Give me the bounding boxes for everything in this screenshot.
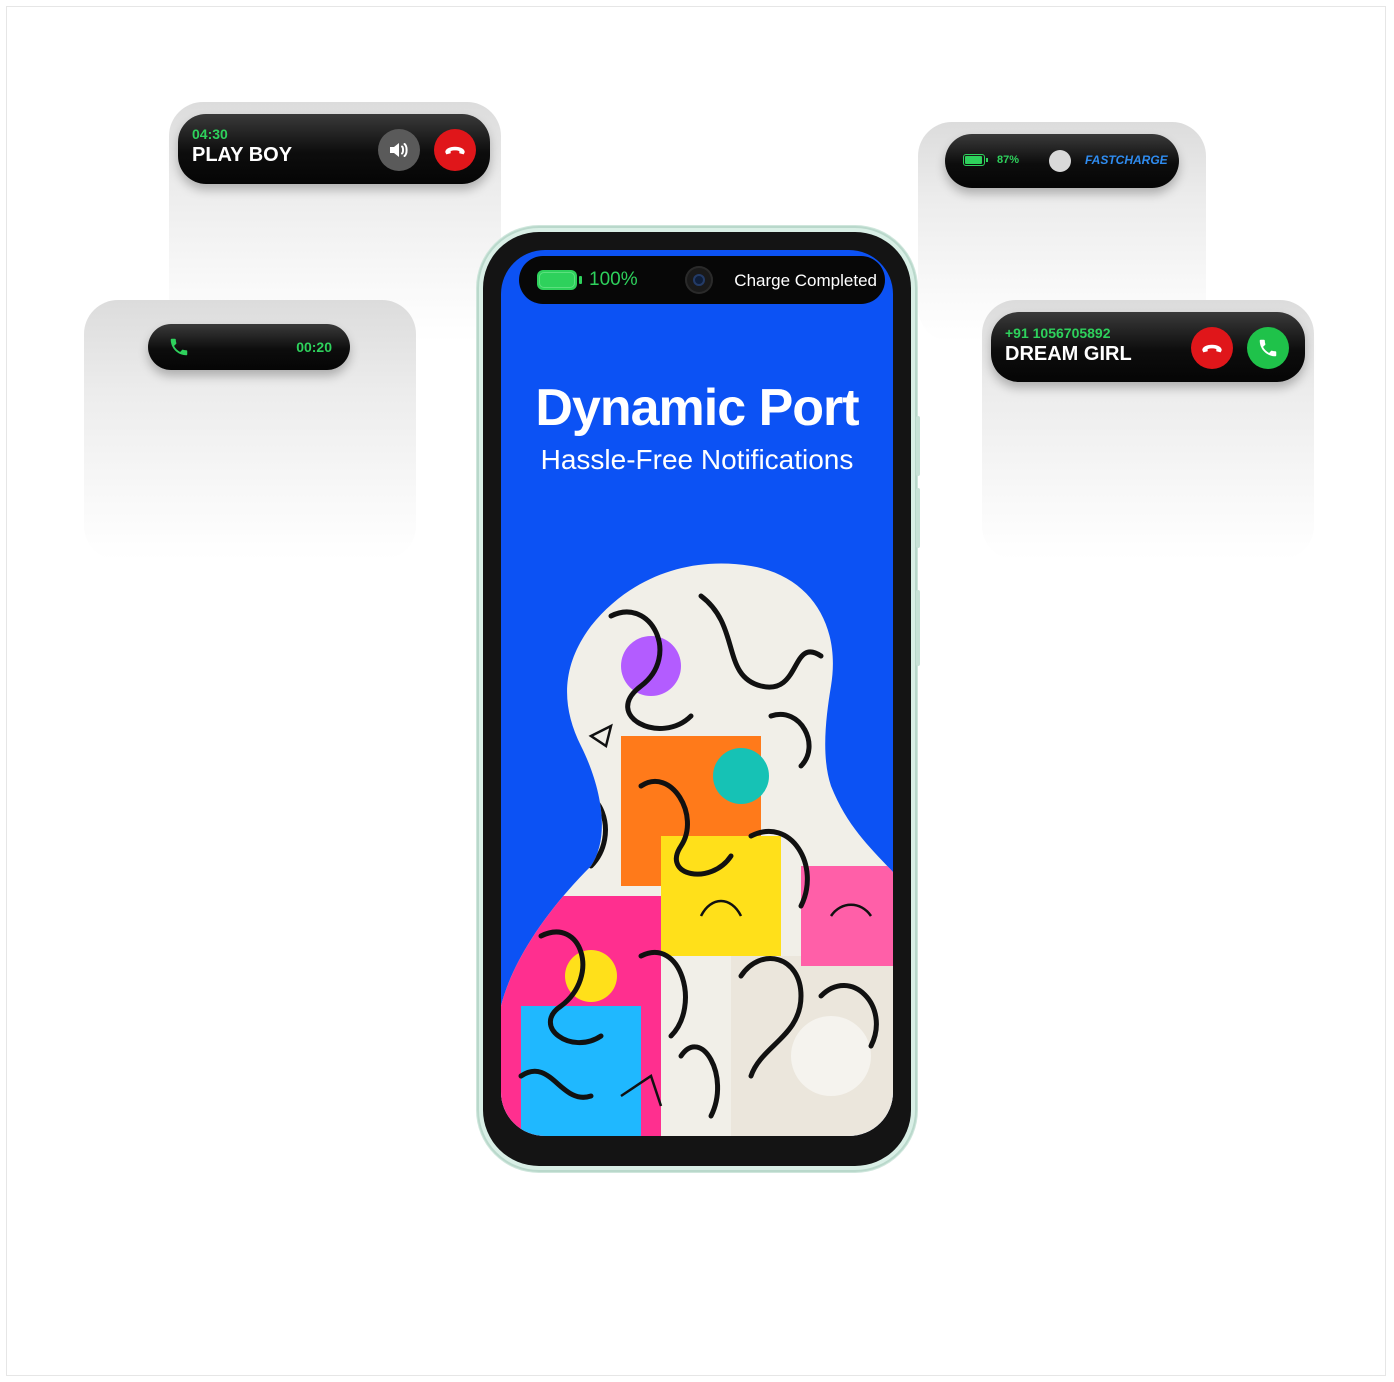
hang-up-icon [445,146,465,155]
battery-fill [965,156,983,164]
battery-icon [963,154,988,166]
island-status: Charge Completed [734,271,877,290]
battery-percent: 87% [997,154,1020,166]
incoming-caller: DREAM GIRL [1005,343,1132,365]
caller-name: PLAY BOY [192,144,293,166]
hang-up-button[interactable] [434,129,476,171]
graffiti-hoodie-wallpaper [501,563,893,1136]
fastcharge-label: FASTCHARGE [1085,153,1168,167]
battery-icon [537,270,582,290]
decline-button[interactable] [1191,327,1233,369]
battery-fill [539,272,575,288]
decline-icon [1202,344,1222,353]
call-pill[interactable]: 04:30 PLAY BOY [178,114,490,184]
accept-button[interactable] [1247,327,1289,369]
ongoing-timer: 00:20 [296,339,332,355]
island-battery-percent: 100% [589,269,638,290]
side-button [916,590,920,666]
phone-screen: 100% Charge Completed Dynamic Port Hassl… [501,250,893,1136]
incoming-call-pill[interactable]: +91 1056705892 DREAM GIRL [991,312,1305,382]
volume-button [916,416,920,476]
subheadline: Hassle-Free Notifications [540,444,854,475]
phone-device: 100% Charge Completed Dynamic Port Hassl… [477,226,920,1172]
camera-icon [685,266,713,294]
dynamic-island[interactable]: 100% Charge Completed [519,256,885,304]
power-button [916,488,920,548]
speaker-icon [390,143,408,157]
headline: Dynamic Port [535,379,859,437]
camera-cutout [1049,150,1071,172]
speaker-button[interactable] [378,129,420,171]
phone-bezel: 100% Charge Completed Dynamic Port Hassl… [483,232,911,1166]
accept-icon [1259,339,1277,357]
fastcharge-pill[interactable]: 87% FASTCHARGE [945,134,1179,188]
call-timer: 04:30 [192,126,228,142]
incoming-number: +91 1056705892 [1005,325,1111,341]
ongoing-call-pill[interactable]: 00:20 [148,324,350,370]
phone-icon [170,338,188,356]
